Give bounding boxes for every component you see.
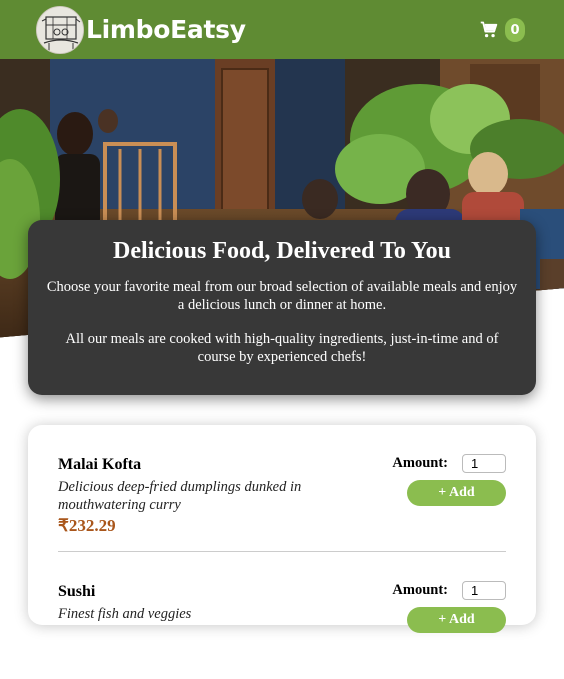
meal-description: Finest fish and veggies	[58, 606, 192, 622]
app-header: LimboEatsy 0	[0, 0, 564, 59]
amount-row: Amount:	[392, 581, 506, 600]
summary-paragraph-selection: Choose your favorite meal from our broad…	[46, 279, 518, 313]
brand-logo[interactable]	[36, 6, 84, 54]
amount-label: Amount:	[392, 455, 448, 471]
shopping-cart-icon	[480, 21, 498, 38]
meal-item: Malai Kofta Delicious deep-fried dumplin…	[58, 425, 506, 552]
add-to-cart-button[interactable]: + Add	[407, 607, 506, 633]
meal-description: Delicious deep-fried dumplings dunked in…	[58, 479, 302, 513]
meal-price: ₹232.29	[58, 516, 116, 535]
amount-input[interactable]	[462, 581, 506, 600]
summary-paragraph-quality: All our meals are cooked with high-quali…	[65, 331, 499, 365]
add-to-cart-button[interactable]: + Add	[407, 480, 506, 506]
amount-label: Amount:	[392, 582, 448, 598]
amount-input[interactable]	[462, 454, 506, 473]
restaurant-sketch-logo-icon	[37, 7, 83, 53]
meal-name: Malai Kofta	[58, 456, 142, 473]
cart-count-badge: 0	[505, 18, 525, 42]
meal-item: Sushi Finest fish and veggies Amount: + …	[58, 552, 506, 679]
brand-name[interactable]: LimboEatsy	[86, 15, 246, 44]
summary-title: Delicious Food, Delivered To You	[112, 238, 452, 264]
meal-name: Sushi	[58, 583, 96, 600]
amount-row: Amount:	[392, 454, 506, 473]
meals-list: Malai Kofta Delicious deep-fried dumplin…	[28, 425, 536, 633]
cart-button[interactable]: 0	[480, 17, 525, 43]
summary-card: Delicious Food, Delivered To You Choose …	[28, 220, 536, 395]
